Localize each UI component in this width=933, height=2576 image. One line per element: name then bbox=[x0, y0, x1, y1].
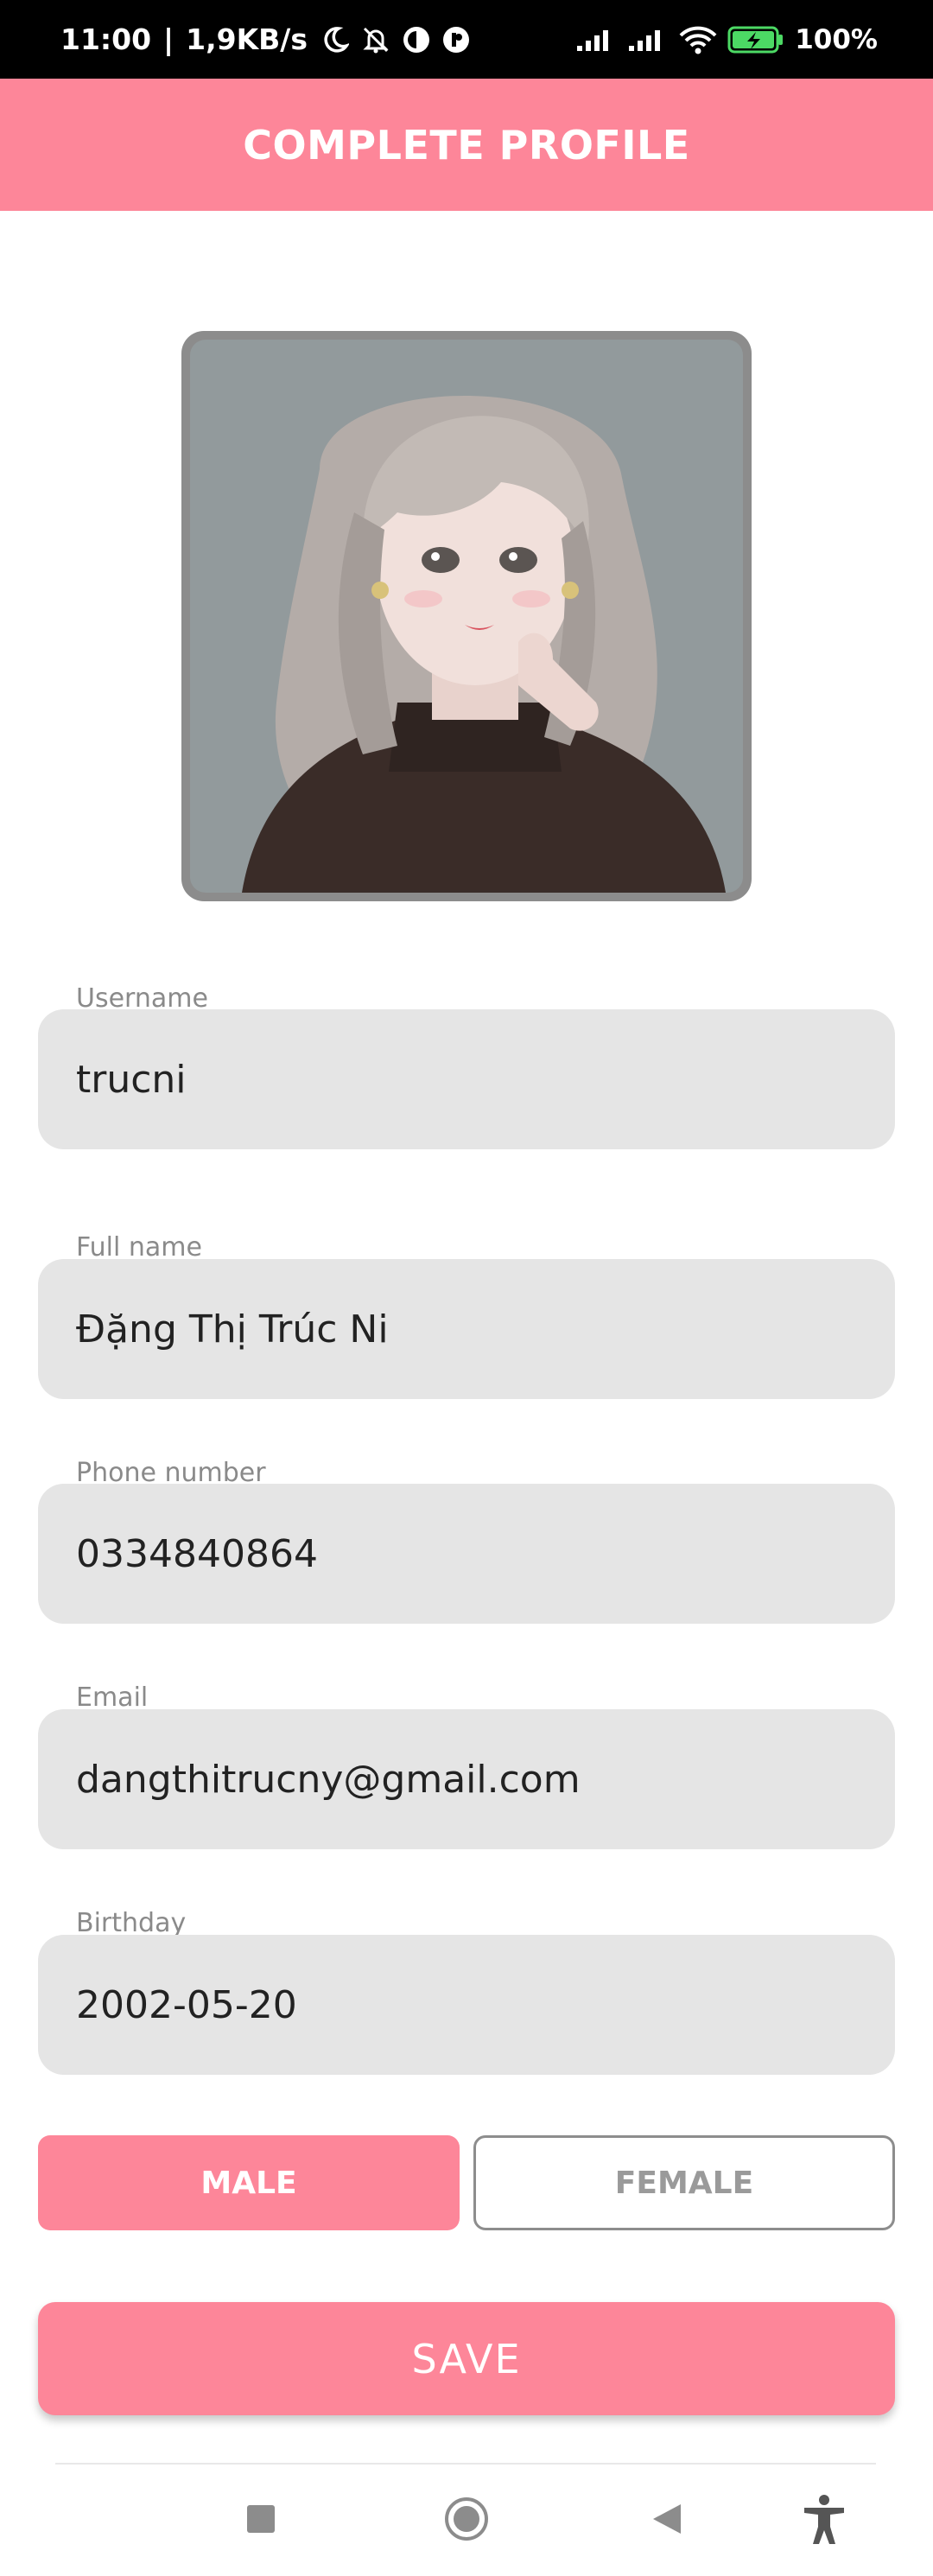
navigation-bar bbox=[0, 2465, 933, 2576]
status-bar: 11:00 | 1,9KB/s 100% bbox=[0, 0, 933, 79]
triangle-back-icon bbox=[651, 2503, 682, 2539]
female-label: FEMALE bbox=[614, 2165, 754, 2201]
status-right: 100% bbox=[575, 0, 878, 79]
male-label: MALE bbox=[200, 2165, 297, 2201]
email-value: dangthitrucny@gmail.com bbox=[76, 1757, 581, 1802]
network-speed: 1,9KB/s bbox=[186, 22, 308, 56]
signal-icon bbox=[575, 27, 617, 53]
birthday-field[interactable]: 2002-05-20 bbox=[38, 1935, 895, 2075]
email-label: Email bbox=[76, 1682, 149, 1713]
battery-charging-icon bbox=[727, 25, 784, 54]
circle-home-icon bbox=[444, 2496, 489, 2545]
app-bar: COMPLETE PROFILE bbox=[0, 79, 933, 211]
username-field[interactable]: trucni bbox=[38, 1009, 895, 1149]
avatar[interactable] bbox=[181, 331, 752, 901]
wifi-icon bbox=[679, 25, 717, 54]
moon-icon bbox=[320, 25, 349, 54]
app-icon bbox=[442, 26, 470, 54]
bell-off-icon bbox=[361, 25, 390, 54]
app-icon bbox=[403, 26, 430, 54]
home-button[interactable] bbox=[415, 2465, 518, 2576]
back-button[interactable] bbox=[615, 2465, 719, 2576]
fullname-label: Full name bbox=[76, 1232, 202, 1263]
fullname-field[interactable]: Đặng Thị Trúc Ni bbox=[38, 1259, 895, 1399]
phone-field[interactable]: 0334840864 bbox=[38, 1484, 895, 1624]
status-left: 11:00 | 1,9KB/s bbox=[60, 0, 470, 79]
birthday-label: Birthday bbox=[76, 1908, 187, 1938]
battery-level: 100% bbox=[795, 23, 878, 55]
male-button[interactable]: MALE bbox=[38, 2135, 460, 2230]
page-title: COMPLETE PROFILE bbox=[243, 121, 690, 169]
fullname-value: Đặng Thị Trúc Ni bbox=[76, 1307, 389, 1352]
profile-photo bbox=[190, 340, 743, 893]
accessibility-icon bbox=[801, 2494, 847, 2547]
recents-button[interactable] bbox=[209, 2465, 313, 2576]
phone-value: 0334840864 bbox=[76, 1531, 318, 1576]
save-label: SAVE bbox=[411, 2335, 522, 2382]
username-value: trucni bbox=[76, 1057, 187, 1102]
square-icon bbox=[245, 2503, 276, 2538]
status-time: 11:00 bbox=[60, 22, 152, 56]
status-separator: | bbox=[163, 22, 175, 56]
signal-icon bbox=[627, 27, 669, 53]
email-field[interactable]: dangthitrucny@gmail.com bbox=[38, 1709, 895, 1849]
save-button[interactable]: SAVE bbox=[38, 2302, 895, 2415]
female-button[interactable]: FEMALE bbox=[473, 2135, 895, 2230]
birthday-value: 2002-05-20 bbox=[76, 1982, 297, 2027]
accessibility-button[interactable] bbox=[772, 2465, 876, 2576]
